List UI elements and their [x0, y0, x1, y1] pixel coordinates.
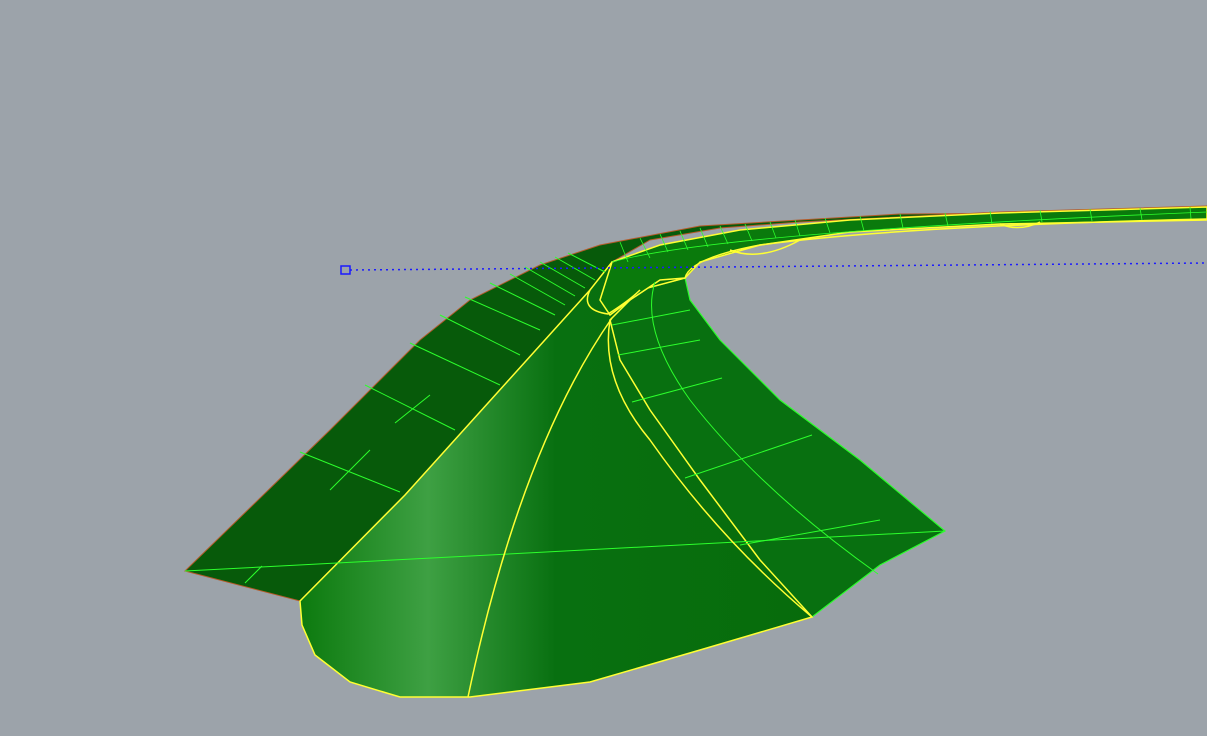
3d-viewport[interactable]	[0, 0, 1207, 736]
construction-line-grip-icon[interactable]	[340, 265, 351, 275]
viewport-canvas[interactable]	[0, 0, 1207, 736]
construction-line[interactable]	[340, 262, 1207, 275]
top-ribbon-surface[interactable]	[599, 206, 1207, 317]
